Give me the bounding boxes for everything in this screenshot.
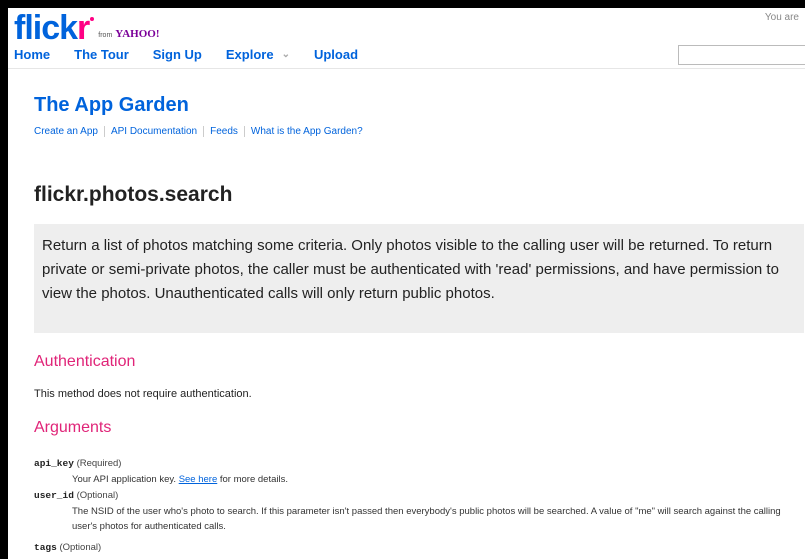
logo-text: flickr [14,9,90,47]
link-api-docs[interactable]: API Documentation [103,126,203,137]
nav-home[interactable]: Home [14,47,50,62]
arg-name: api_key [34,458,74,469]
logo-dot-icon [90,17,95,21]
signin-status: You are [764,12,799,23]
nav-upload[interactable]: Upload [314,47,358,62]
arguments-heading: Arguments [34,419,112,436]
arg-api-key: api_key (Required) [34,458,121,469]
nav-explore[interactable]: Explore ⌄ [226,47,290,62]
arg-name: user_id [34,490,74,501]
yahoo-logo: YAHOO! [115,28,160,40]
arg-desc-api-key: Your API application key. See here for m… [72,474,288,485]
arg-name: tags [34,542,57,553]
garden-subnav: Create an App API Documentation Feeds Wh… [34,126,369,137]
arg-flag: (Optional) [59,542,102,553]
flickr-logo[interactable]: flickr from YAHOO! [14,9,160,47]
arg-tags: tags (Optional) [34,542,101,553]
search-input[interactable] [678,45,805,65]
main-nav: Home The Tour Sign Up Explore ⌄ Upload [14,47,382,62]
link-what-is-app-garden[interactable]: What is the App Garden? [243,126,369,137]
nav-the-tour[interactable]: The Tour [74,47,129,62]
arg-flag: (Required) [76,458,122,469]
page-title[interactable]: The App Garden [34,94,189,117]
header-divider [8,68,805,69]
authentication-text: This method does not require authenticat… [34,388,252,400]
authentication-heading: Authentication [34,353,136,370]
arg-flag: (Optional) [76,490,119,501]
nav-sign-up[interactable]: Sign Up [153,47,202,62]
logo-from: from [98,32,113,39]
link-feeds[interactable]: Feeds [203,126,244,137]
arg-desc-user-id: The NSID of the user who's photo to sear… [72,506,781,532]
dropdown-caret-icon[interactable]: ⌄ [282,49,290,60]
see-here-link[interactable]: See here [179,474,218,485]
method-description: Return a list of photos matching some cr… [34,224,804,333]
arg-user-id: user_id (Optional) [34,490,118,501]
link-create-app[interactable]: Create an App [34,126,104,137]
method-title: flickr.photos.search [34,183,233,206]
